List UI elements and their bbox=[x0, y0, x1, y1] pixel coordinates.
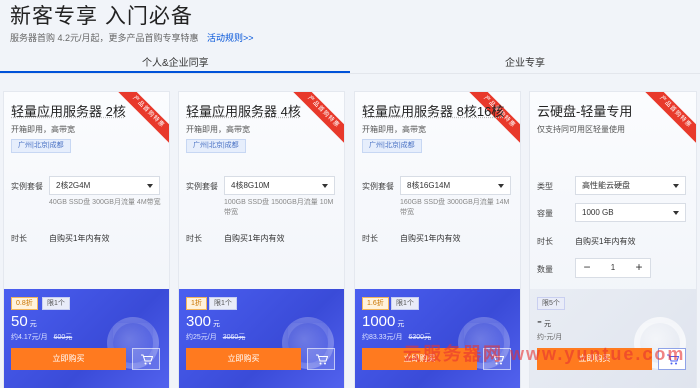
spec-note: 100GB SSD盘 1500GB月流量 10M带宽 bbox=[224, 199, 334, 216]
quantity-label: 数量 bbox=[537, 265, 553, 274]
product-card-2core: 产品首购特惠 轻量应用服务器 2核 开箱即用，高带宽 广州|北京|成都 实例套餐… bbox=[3, 91, 170, 388]
card-title: 轻量应用服务器 8核16核 bbox=[362, 104, 505, 119]
price: 1000 元 bbox=[362, 313, 404, 330]
original-price: 600元 bbox=[53, 334, 73, 341]
card-desc: 开箱即用，高带宽 bbox=[11, 125, 75, 134]
site-watermark: 云服务器网 www.yuntue.com bbox=[403, 344, 686, 364]
buy-now-button[interactable]: 立即购买 bbox=[11, 348, 126, 370]
promo-ribbon: 产品首购特惠 bbox=[642, 92, 696, 145]
spec-note: 160GB SSD盘 3000GB月流量 14M带宽 bbox=[400, 199, 510, 216]
discount-badge: 0.8折 bbox=[11, 297, 38, 310]
price-unit: 元 bbox=[544, 321, 551, 328]
spec-select[interactable]: 2核2G4M bbox=[49, 176, 160, 195]
chevron-down-icon bbox=[498, 184, 504, 188]
card-title: 轻量应用服务器 4核 bbox=[186, 104, 301, 119]
original-price: 3060元 bbox=[222, 334, 246, 341]
monthly-price: 约4.17元/月 600元 bbox=[11, 332, 72, 342]
chevron-down-icon bbox=[147, 184, 153, 188]
subtitle-text: 服务器首购 4.2元/月起，更多产品首购专享特惠 bbox=[10, 33, 199, 43]
duration-value: 自购买1年内有效 bbox=[49, 234, 110, 243]
chevron-down-icon bbox=[673, 211, 679, 215]
tab-bar: 个人&企业同享 企业专享 bbox=[0, 48, 700, 74]
duration-label: 时长 bbox=[11, 234, 27, 243]
add-to-cart-button[interactable] bbox=[307, 348, 335, 370]
card-desc: 仅支持同可用区轻量使用 bbox=[537, 125, 625, 134]
price-value: 300 bbox=[186, 313, 212, 330]
limit-badge: 限5个 bbox=[537, 297, 565, 310]
type-label: 类型 bbox=[537, 182, 553, 191]
chevron-down-icon bbox=[322, 184, 328, 188]
region-tag: 广州|北京|成都 bbox=[362, 139, 422, 153]
duration-label: 时长 bbox=[537, 237, 553, 246]
duration-value: 自购买1年内有效 bbox=[400, 234, 461, 243]
spec-select-value: 4核8G10M bbox=[231, 181, 270, 190]
quantity-decrement-button[interactable]: − bbox=[576, 259, 598, 277]
monthly-value: 约83.33元/月 bbox=[362, 334, 403, 341]
active-tab-indicator bbox=[0, 71, 350, 73]
spec-select[interactable]: 8核16G14M bbox=[400, 176, 511, 195]
price: 300 元 bbox=[186, 313, 220, 330]
region-tag: 广州|北京|成都 bbox=[186, 139, 246, 153]
price-unit: 元 bbox=[397, 321, 405, 328]
price-panel: 限5个 -元 约-元/月 立即购买 bbox=[530, 289, 696, 388]
add-to-cart-button[interactable] bbox=[132, 348, 160, 370]
disk-type-select[interactable]: 高性能云硬盘 bbox=[575, 176, 686, 195]
buy-now-button[interactable]: 立即购买 bbox=[186, 348, 301, 370]
price-panel: 0.8折 限1个 50 元 约4.17元/月 600元 立即购买 bbox=[4, 289, 169, 388]
discount-badge: 1折 bbox=[186, 297, 207, 310]
tab-enterprise-only[interactable]: 企业专享 bbox=[505, 54, 545, 69]
price-unit: 元 bbox=[29, 321, 37, 328]
price-panel: 1折 限1个 300 元 约25元/月 3060元 立即购买 bbox=[179, 289, 344, 388]
chevron-down-icon bbox=[673, 184, 679, 188]
spec-label: 实例套餐 bbox=[186, 182, 218, 191]
duration-label: 时长 bbox=[186, 234, 202, 243]
duration-value: 自购买1年内有效 bbox=[224, 234, 285, 243]
rules-link[interactable]: 活动规则>> bbox=[207, 33, 254, 43]
cart-icon bbox=[316, 354, 328, 365]
spec-select-value: 2核2G4M bbox=[56, 181, 91, 190]
spec-label: 实例套餐 bbox=[362, 182, 394, 191]
card-desc: 开箱即用，高带宽 bbox=[186, 125, 250, 134]
price: 50 元 bbox=[11, 313, 37, 330]
duration-label: 时长 bbox=[362, 234, 378, 243]
price-value: 50 bbox=[11, 313, 28, 330]
price-panel: 1.6折 限1个 1000 元 约83.33元/月 6300元 立即购买 bbox=[355, 289, 520, 388]
duration-value: 自购买1年内有效 bbox=[575, 237, 636, 246]
product-card-4core: 产品首购特惠 轻量应用服务器 4核 开箱即用，高带宽 广州|北京|成都 实例套餐… bbox=[178, 91, 345, 388]
region-tag: 广州|北京|成都 bbox=[11, 139, 71, 153]
spec-select[interactable]: 4核8G10M bbox=[224, 176, 335, 195]
spec-select-value: 8核16G14M bbox=[407, 181, 451, 190]
capacity-select[interactable]: 1000 GB bbox=[575, 203, 686, 222]
price-unit: 元 bbox=[213, 321, 221, 328]
monthly-price: 约25元/月 3060元 bbox=[186, 332, 245, 342]
spec-label: 实例套餐 bbox=[11, 182, 43, 191]
cart-icon bbox=[141, 354, 153, 365]
quantity-stepper: − 1 + bbox=[575, 258, 651, 278]
discount-badge: 1.6折 bbox=[362, 297, 389, 310]
spec-note: 40GB SSD盘 300GB月流量 4M带宽 bbox=[49, 199, 161, 206]
card-title: 云硬盘-轻量专用 bbox=[537, 104, 633, 119]
monthly-value: 约4.17元/月 bbox=[11, 334, 48, 341]
quantity-increment-button[interactable]: + bbox=[628, 259, 650, 277]
price: -元 bbox=[537, 313, 551, 330]
page-title: 新客专享 入门必备 bbox=[10, 5, 193, 28]
limit-badge: 限1个 bbox=[391, 297, 419, 310]
price-value: 1000 bbox=[362, 313, 396, 330]
limit-badge: 限1个 bbox=[42, 297, 70, 310]
card-desc: 开箱即用，高带宽 bbox=[362, 125, 426, 134]
page-subtitle: 服务器首购 4.2元/月起，更多产品首购专享特惠 活动规则>> bbox=[10, 31, 254, 44]
limit-badge: 限1个 bbox=[209, 297, 237, 310]
quantity-value[interactable]: 1 bbox=[598, 259, 628, 277]
capacity-label: 容量 bbox=[537, 209, 553, 218]
disk-type-value: 高性能云硬盘 bbox=[582, 181, 630, 190]
capacity-value: 1000 GB bbox=[582, 208, 614, 217]
monthly-value: 约25元/月 bbox=[186, 334, 217, 341]
card-title: 轻量应用服务器 2核 bbox=[11, 104, 126, 119]
price-value: - bbox=[537, 313, 542, 330]
tab-personal-enterprise[interactable]: 个人&企业同享 bbox=[142, 54, 209, 69]
